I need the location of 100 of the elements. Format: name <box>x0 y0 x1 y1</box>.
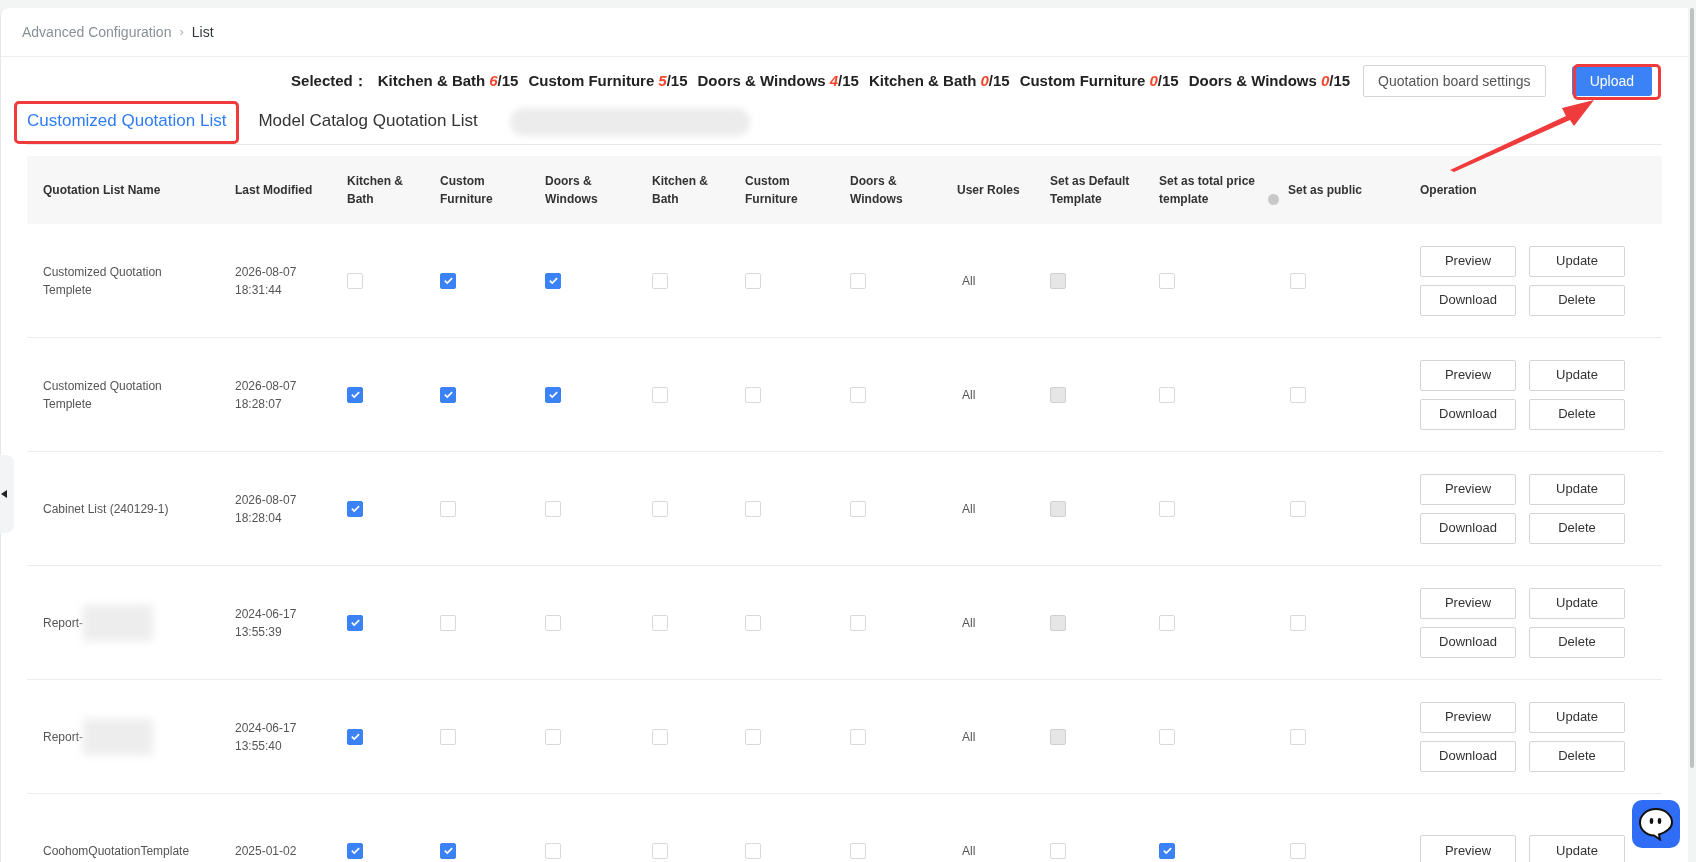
tab[interactable]: Customized Quotation List <box>27 107 227 144</box>
settings-button[interactable]: Quotation board settings <box>1363 65 1546 97</box>
template-name: Cabinet List (240129-1) <box>43 500 169 518</box>
checkbox[interactable] <box>440 842 456 859</box>
action-button[interactable]: Download <box>1420 740 1516 772</box>
selected-count: 0 <box>1320 70 1330 91</box>
checkbox[interactable] <box>440 386 456 403</box>
checkmark-icon <box>547 275 559 286</box>
tab[interactable]: Model Catalog Quotation List <box>258 107 478 144</box>
breadcrumb-item: List <box>191 22 214 42</box>
action-button[interactable]: Update <box>1529 587 1625 619</box>
checkbox[interactable] <box>347 728 363 745</box>
user-roles: All <box>962 729 976 744</box>
column-header: User Roles <box>957 182 1020 199</box>
modified-date: 2026-08-07 <box>235 263 298 281</box>
action-button[interactable]: Download <box>1420 512 1516 544</box>
column-header: Last Modified <box>235 182 313 199</box>
column-header: Set as Default Template <box>1050 173 1131 208</box>
action-button[interactable]: Download <box>1420 284 1516 316</box>
category-label: Custom Furniture <box>1019 70 1146 91</box>
action-button[interactable]: Preview <box>1420 835 1516 862</box>
template-name: Report- <box>43 728 83 746</box>
caret-icon <box>0 489 8 499</box>
action-button[interactable]: Delete <box>1529 740 1625 772</box>
checkbox[interactable] <box>347 614 363 631</box>
count-total: /15 <box>497 70 519 91</box>
action-button[interactable]: Preview <box>1420 359 1516 391</box>
chat-bubble-icon <box>1638 807 1674 841</box>
action-button[interactable]: Update <box>1529 473 1625 505</box>
action-button[interactable]: Preview <box>1420 473 1516 505</box>
action-button[interactable]: Preview <box>1420 245 1516 277</box>
checkmark-icon <box>442 845 454 856</box>
modified-date: 2025-01-02 <box>235 842 298 860</box>
collapse-handle[interactable] <box>0 455 14 533</box>
checkmark-icon <box>1161 845 1173 856</box>
modified-date: 2026-08-07 <box>235 491 298 509</box>
category-label: Kitchen & Bath <box>377 70 486 91</box>
user-roles: All <box>962 387 976 402</box>
selected-count: 5 <box>658 70 667 91</box>
selected-label: Selected： <box>291 70 368 91</box>
count-total: /15 <box>838 70 859 91</box>
checkmark-icon <box>349 845 361 856</box>
checkbox[interactable] <box>347 500 363 517</box>
breadcrumb-separator: › <box>179 23 184 42</box>
action-button[interactable]: Delete <box>1529 284 1625 316</box>
action-button[interactable]: Update <box>1529 245 1625 277</box>
action-button[interactable]: Download <box>1420 398 1516 430</box>
column-header: Custom Furniture <box>440 173 494 208</box>
modified-date: 2024-06-17 <box>235 719 298 737</box>
checkbox[interactable] <box>347 386 363 403</box>
modified-time: 18:28:04 <box>235 509 283 527</box>
checkbox[interactable] <box>545 272 561 289</box>
column-header: Quotation List Name <box>43 182 161 199</box>
action-button[interactable]: Update <box>1529 701 1625 733</box>
checkmark-icon <box>349 731 361 742</box>
category-label: Custom Furniture <box>528 70 655 91</box>
user-roles: All <box>962 843 976 858</box>
modified-date: 2024-06-17 <box>235 605 298 623</box>
action-button[interactable]: Delete <box>1529 398 1625 430</box>
chat-button[interactable] <box>1632 800 1680 848</box>
checkmark-icon <box>349 389 361 400</box>
checkbox[interactable] <box>440 272 456 289</box>
selected-count: 4 <box>829 70 839 91</box>
checkmark-icon <box>442 275 454 286</box>
action-button[interactable]: Update <box>1529 835 1625 862</box>
checkmark-icon <box>547 389 559 400</box>
modified-time: 13:55:40 <box>235 737 283 755</box>
modified-date: 2026-08-07 <box>235 377 298 395</box>
user-roles: All <box>962 273 976 288</box>
template-name: Customized Quotation Templete <box>43 377 163 413</box>
column-header: Kitchen & Bath <box>652 173 709 208</box>
column-header: Doors & Windows <box>850 173 904 208</box>
template-name: Customized Quotation Templete <box>43 263 163 299</box>
checkbox[interactable] <box>347 842 363 859</box>
modified-time: 18:31:44 <box>235 281 283 299</box>
action-button[interactable]: Download <box>1420 626 1516 658</box>
column-header: Kitchen & Bath <box>347 173 404 208</box>
checkmark-icon <box>442 389 454 400</box>
action-button[interactable]: Delete <box>1529 626 1625 658</box>
user-roles: All <box>962 501 976 516</box>
checkbox[interactable] <box>545 386 561 403</box>
modified-time: 13:55:39 <box>235 623 283 641</box>
info-icon <box>1268 194 1279 205</box>
checkbox[interactable] <box>1159 842 1175 859</box>
selected-count: 6 <box>489 70 498 91</box>
action-button[interactable]: Preview <box>1420 587 1516 619</box>
category-label: Doors & Windows <box>1188 70 1317 91</box>
column-header: Set as public <box>1288 182 1363 199</box>
checkmark-icon <box>349 503 361 514</box>
checkmark-icon <box>349 617 361 628</box>
user-roles: All <box>962 615 976 630</box>
template-name: Report- <box>43 614 83 632</box>
action-button[interactable]: Preview <box>1420 701 1516 733</box>
action-button[interactable]: Update <box>1529 359 1625 391</box>
category-label: Doors & Windows <box>697 70 826 91</box>
count-total: /15 <box>988 70 1010 91</box>
column-header: Operation <box>1420 182 1477 199</box>
selected-count: 0 <box>1149 70 1158 91</box>
action-button[interactable]: Delete <box>1529 512 1625 544</box>
column-header: Set as total price template <box>1159 173 1257 208</box>
